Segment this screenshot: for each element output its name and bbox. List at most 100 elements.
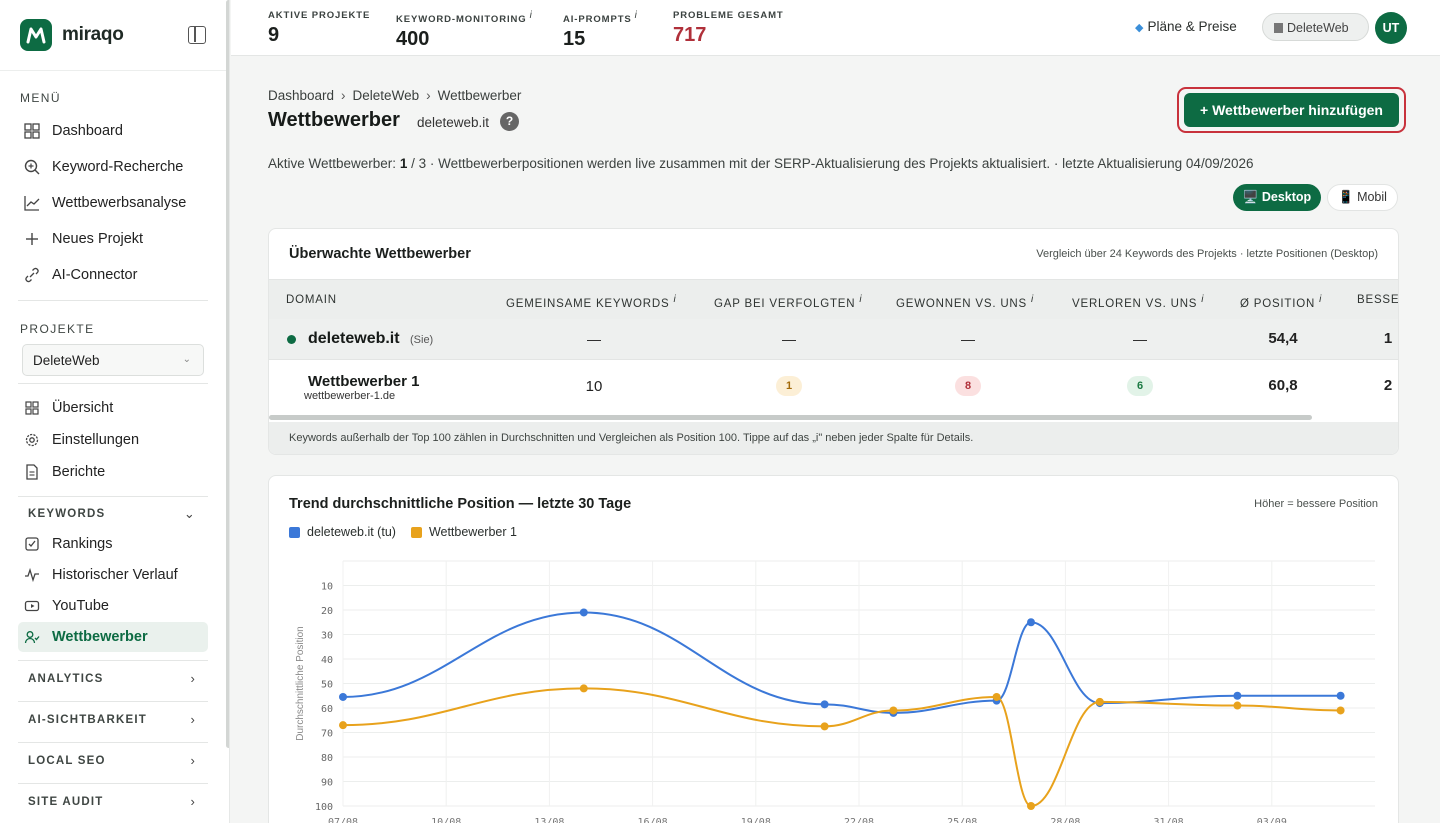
self-tag: (Sie) xyxy=(410,334,434,346)
won-badge[interactable]: 8 xyxy=(955,376,981,396)
nav-wettbewerbsanalyse[interactable]: Wettbewerbsanalyse xyxy=(18,188,208,218)
info-icon[interactable]: i xyxy=(635,10,638,21)
group-analytics[interactable]: ANALYTICS › xyxy=(18,667,208,691)
nav-dashboard[interactable]: Dashboard xyxy=(18,116,208,146)
column-header[interactable]: DOMAIN xyxy=(286,294,337,306)
menu-section-title: MENÜ xyxy=(20,91,61,105)
nav-uebersicht[interactable]: Übersicht xyxy=(18,393,208,423)
divider xyxy=(18,742,208,743)
trend-icon xyxy=(24,195,40,211)
x-tick-label: 28/08 xyxy=(1050,817,1080,823)
divider xyxy=(18,383,208,384)
device-desktop-toggle[interactable]: 🖥️ Desktop xyxy=(1233,184,1321,211)
plans-link[interactable]: ◆ Pläne & Preise xyxy=(1135,19,1237,34)
x-tick-label: 07/08 xyxy=(328,817,358,823)
data-point xyxy=(992,692,1001,701)
info-icon[interactable]: i xyxy=(1319,294,1322,305)
column-header-label: Ø POSITION xyxy=(1240,297,1316,310)
grid-icon xyxy=(24,123,40,139)
nav-keyword-recherche[interactable]: Keyword-Recherche xyxy=(18,152,208,182)
column-header[interactable]: GAP BEI VERFOLGTEN i xyxy=(714,294,862,310)
sidebar-toggle-icon[interactable] xyxy=(188,26,206,44)
breadcrumb-link[interactable]: Dashboard xyxy=(268,88,334,103)
cell-better: 1 xyxy=(1383,330,1393,347)
nav-label: AI-Connector xyxy=(52,267,138,283)
x-tick-label: 03/09 xyxy=(1257,817,1287,823)
add-competitor-button[interactable]: + Wettbewerber hinzufügen xyxy=(1184,93,1399,127)
avatar[interactable]: UT xyxy=(1375,12,1407,44)
logo-icon[interactable] xyxy=(20,19,52,51)
cell-lost: — xyxy=(1133,331,1147,347)
nav-label: Einstellungen xyxy=(52,432,140,448)
y-tick-label: 50 xyxy=(321,680,333,691)
breadcrumb-separator: › xyxy=(341,88,346,103)
competitor-name[interactable]: Wettbewerber 1 xyxy=(308,373,419,390)
project-chip[interactable]: DeleteWeb xyxy=(1262,13,1369,41)
cell-gap: — xyxy=(782,331,796,347)
stat-label: AKTIVE PROJEKTE xyxy=(268,10,371,21)
info-icon[interactable]: i xyxy=(673,294,676,305)
page-title: Wettbewerber xyxy=(268,109,400,131)
group-local-seo[interactable]: LOCAL SEO › xyxy=(18,749,208,773)
column-header[interactable]: BESSE xyxy=(1357,294,1398,306)
column-header[interactable]: Ø POSITION i xyxy=(1240,294,1322,310)
group-site-audit[interactable]: SITE AUDIT › xyxy=(18,790,208,814)
lost-badge[interactable]: 6 xyxy=(1127,376,1153,396)
stat-aktive-projekte: AKTIVE PROJEKTE 9 xyxy=(268,10,370,47)
card-subtitle: Vergleich über 24 Keywords des Projekts … xyxy=(1036,248,1378,260)
info-line: Aktive Wettbewerber: 1 / 3 · Wettbewerbe… xyxy=(268,156,1254,171)
breadcrumb-link[interactable]: DeleteWeb xyxy=(353,88,420,103)
column-header[interactable]: VERLOREN VS. UNS i xyxy=(1072,294,1204,310)
info-icon[interactable]: i xyxy=(530,10,533,21)
group-label: ANALYTICS xyxy=(28,673,104,685)
table-scrollbar[interactable] xyxy=(269,415,1312,420)
data-point xyxy=(820,700,829,709)
column-header[interactable]: GEMEINSAME KEYWORDS i xyxy=(506,294,676,310)
stat-value: 15 xyxy=(563,28,586,51)
stat-label: PROBLEME GESAMT xyxy=(673,10,784,21)
diamond-icon: ◆ xyxy=(1135,22,1144,34)
group-label: SITE AUDIT xyxy=(28,796,104,808)
nav-wettbewerber[interactable]: Wettbewerber xyxy=(18,622,208,652)
device-mobile-toggle[interactable]: 📱 Mobil xyxy=(1327,184,1398,211)
gap-badge[interactable]: 1 xyxy=(776,376,802,396)
project-select[interactable]: DeleteWeb ⌄ xyxy=(22,344,204,376)
column-header[interactable]: GEWONNEN VS. UNS i xyxy=(896,294,1034,310)
y-tick-label: 90 xyxy=(321,778,333,789)
column-header-label: GAP BEI VERFOLGTEN xyxy=(714,297,856,310)
table-row[interactable]: Wettbewerber 1 wettbewerber-1.de 10 1 8 … xyxy=(269,360,1398,414)
divider xyxy=(18,496,208,497)
info-icon[interactable]: i xyxy=(1031,294,1034,305)
table-row-self[interactable]: deleteweb.it (Sie) — — — — 54,4 1 xyxy=(269,319,1398,360)
nav-rankings[interactable]: Rankings xyxy=(18,529,208,559)
help-icon[interactable]: ? xyxy=(500,112,519,131)
sidebar-scrollbar[interactable] xyxy=(226,0,229,748)
y-tick-label: 20 xyxy=(321,606,333,617)
group-ai-sichtbarkeit[interactable]: AI-SICHTBARKEIT › xyxy=(18,708,208,732)
group-keywords[interactable]: KEYWORDS ⌄ xyxy=(18,502,208,526)
y-tick-label: 40 xyxy=(321,655,333,666)
data-point xyxy=(579,684,588,693)
nav-neues-projekt[interactable]: Neues Projekt xyxy=(18,224,208,254)
data-point xyxy=(1233,701,1242,710)
nav-ai-connector[interactable]: AI-Connector xyxy=(18,260,208,290)
nav-historischer-verlauf[interactable]: Historischer Verlauf xyxy=(18,560,208,590)
nav-einstellungen[interactable]: Einstellungen xyxy=(18,425,208,455)
info-icon[interactable]: i xyxy=(1201,294,1204,305)
data-point xyxy=(339,721,347,730)
plans-label: Pläne & Preise xyxy=(1147,19,1237,34)
x-tick-label: 31/08 xyxy=(1154,817,1184,823)
info-icon[interactable]: i xyxy=(859,294,862,305)
app-name: miraqo xyxy=(62,24,124,45)
nav-youtube[interactable]: YouTube xyxy=(18,591,208,621)
cell-avg-position: 54,4 xyxy=(1268,330,1298,347)
status-dot xyxy=(287,335,296,344)
nav-label: Keyword-Recherche xyxy=(52,159,184,175)
group-label: AI-SICHTBARKEIT xyxy=(28,714,147,726)
nav-berichte[interactable]: Berichte xyxy=(18,457,208,487)
divider xyxy=(18,783,208,784)
y-tick-label: 70 xyxy=(321,729,333,740)
cell-shared: — xyxy=(587,331,601,347)
page-domain: deleteweb.it xyxy=(417,115,490,130)
projects-section-title: PROJEKTE xyxy=(20,322,95,336)
